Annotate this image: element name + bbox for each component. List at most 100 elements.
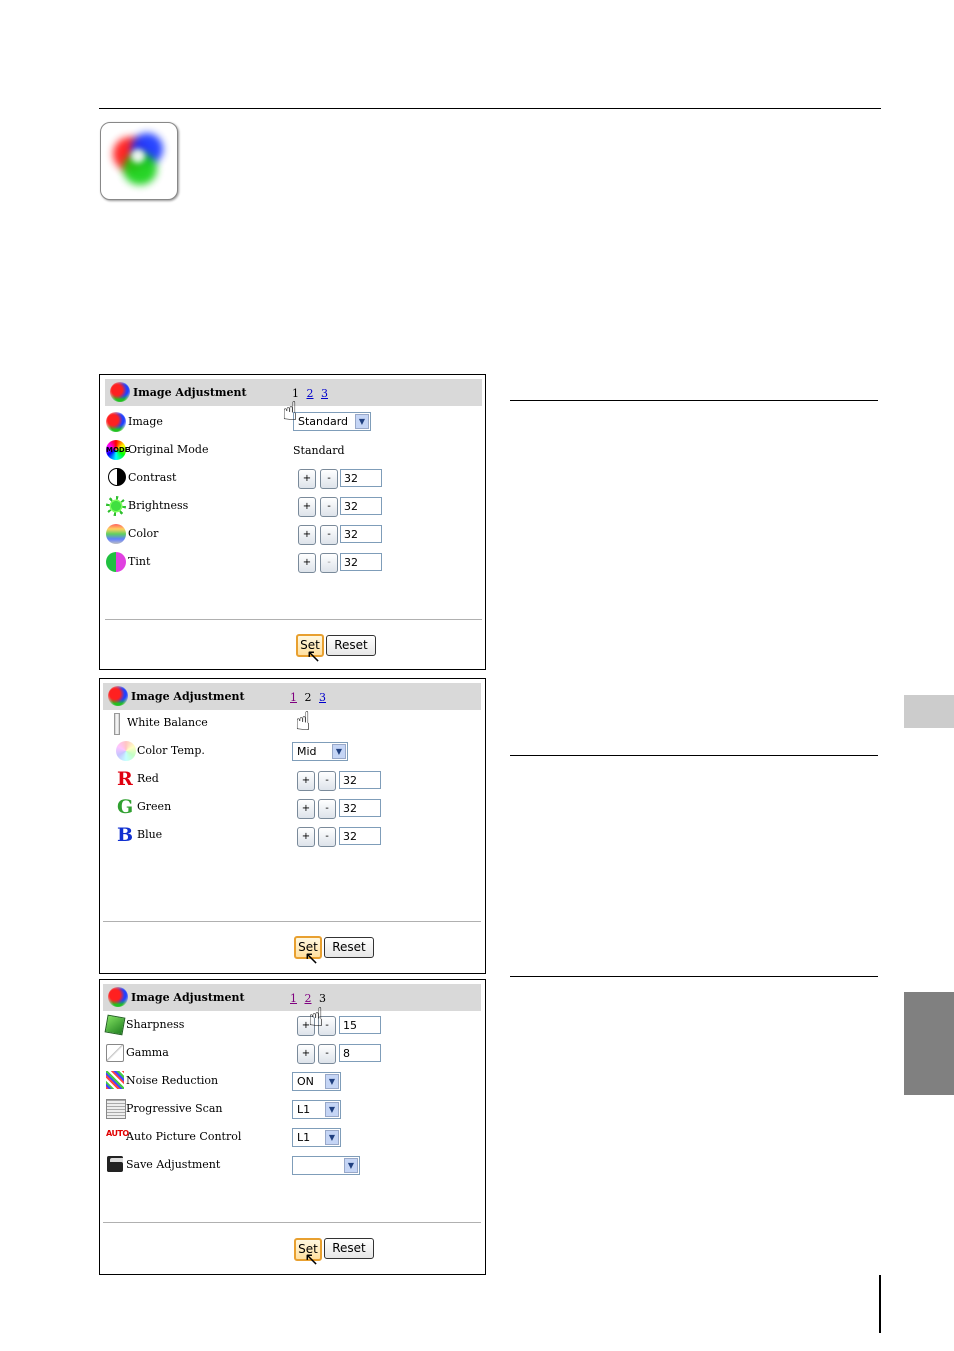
chevron-down-icon: ▼: [344, 1158, 358, 1173]
progressive-scan-icon: [106, 1099, 126, 1119]
hand-cursor-icon: ☝: [295, 707, 311, 737]
red-label: Red: [137, 772, 159, 785]
reset-button[interactable]: Reset: [324, 1238, 374, 1259]
green-value-field[interactable]: 32: [339, 799, 381, 817]
red-icon: R: [117, 768, 133, 790]
tint-minus-button[interactable]: -: [320, 553, 338, 573]
reset-button[interactable]: Reset: [326, 635, 376, 656]
tint-value-field[interactable]: 32: [340, 553, 382, 571]
blue-plus-button[interactable]: +: [297, 827, 315, 847]
page-1-link[interactable]: 1: [290, 992, 297, 1005]
contrast-label: Contrast: [128, 471, 177, 484]
mode-icon: MODE: [106, 440, 130, 460]
gamma-plus-button[interactable]: +: [297, 1044, 315, 1064]
page-3-link[interactable]: 3: [321, 387, 328, 400]
blue-label: Blue: [137, 828, 163, 841]
section-rule-2: [510, 755, 878, 756]
page-3-link[interactable]: 3: [319, 691, 326, 704]
red-minus-button[interactable]: -: [318, 771, 336, 791]
panel-divider: [103, 1222, 481, 1223]
section-rule-1: [510, 400, 878, 401]
brightness-minus-button[interactable]: -: [320, 497, 338, 517]
original-mode-label: Original Mode: [128, 443, 209, 456]
arrow-cursor-icon: ↖: [304, 1249, 320, 1270]
gamma-icon: [106, 1044, 124, 1062]
save-adjustment-select[interactable]: ▼: [292, 1156, 360, 1175]
color-temp-select[interactable]: Mid ▼: [292, 742, 348, 761]
auto-picture-control-select[interactable]: L1 ▼: [292, 1128, 341, 1147]
contrast-plus-button[interactable]: +: [298, 469, 316, 489]
green-label: Green: [137, 800, 172, 813]
image-select[interactable]: Standard ▼: [293, 412, 371, 431]
sharpness-label: Sharpness: [126, 1018, 185, 1031]
panel-header: Image Adjustment 1 2 3: [103, 683, 481, 710]
image-adjustment-icon: [108, 686, 128, 706]
auto-picture-control-label: Auto Picture Control: [126, 1130, 242, 1143]
brightness-icon: [106, 496, 126, 516]
gamma-minus-button[interactable]: -: [318, 1044, 336, 1064]
contrast-minus-button[interactable]: -: [320, 469, 338, 489]
panel-header: Image Adjustment 1 2 3: [103, 984, 481, 1011]
color-plus-button[interactable]: +: [298, 525, 316, 545]
page-2-link[interactable]: 2: [307, 387, 314, 400]
blue-value-field[interactable]: 32: [339, 827, 381, 845]
white-balance-icon: [114, 713, 120, 735]
noise-reduction-select[interactable]: ON ▼: [292, 1072, 341, 1091]
image-adjustment-icon: [110, 382, 130, 402]
gamma-value-field[interactable]: 8: [339, 1044, 381, 1062]
arrow-cursor-icon: ↖: [304, 948, 320, 969]
page-1-link[interactable]: 1: [290, 691, 297, 704]
tint-plus-button[interactable]: +: [298, 553, 316, 573]
brightness-value-field[interactable]: 32: [340, 497, 382, 515]
hand-cursor-icon: ☝: [308, 1003, 324, 1033]
image-adjustment-large-icon: [100, 122, 178, 200]
auto-picture-icon: AUTO: [106, 1129, 129, 1138]
hand-cursor-icon: ☝: [282, 397, 298, 427]
page-edge-rule: [879, 1275, 881, 1333]
side-tab-light: [904, 695, 954, 728]
panel-title: Image Adjustment: [133, 386, 247, 399]
page-links: 1 2 3: [292, 387, 332, 400]
image-adjustment-panel-1: Image Adjustment 1 2 3 Image Standard ▼ …: [99, 374, 486, 670]
noise-reduction-label: Noise Reduction: [126, 1074, 219, 1087]
save-adjustment-label: Save Adjustment: [126, 1158, 221, 1171]
green-minus-button[interactable]: -: [318, 799, 336, 819]
image-mode-icon: [106, 412, 126, 432]
progressive-scan-select[interactable]: L1 ▼: [292, 1100, 341, 1119]
image-label: Image: [128, 415, 163, 428]
contrast-icon: [108, 468, 126, 486]
contrast-value-field[interactable]: 32: [340, 469, 382, 487]
image-adjustment-icon: [108, 987, 128, 1007]
color-label: Color: [128, 527, 159, 540]
chevron-down-icon: ▼: [325, 1130, 339, 1145]
top-rule: [99, 108, 881, 109]
image-adjustment-panel-2: Image Adjustment 1 2 3 White Balance Col…: [99, 678, 486, 974]
blue-icon: B: [117, 824, 134, 846]
sharpness-icon: [104, 1014, 126, 1036]
brightness-plus-button[interactable]: +: [298, 497, 316, 517]
gamma-label: Gamma: [126, 1046, 169, 1059]
color-value-field[interactable]: 32: [340, 525, 382, 543]
image-adjustment-panel-3: Image Adjustment 1 2 3 Sharpness + - 15 …: [99, 979, 486, 1275]
sharpness-value-field[interactable]: 15: [339, 1016, 381, 1034]
tint-label: Tint: [128, 555, 151, 568]
chevron-down-icon: ▼: [325, 1074, 339, 1089]
color-icon: [106, 524, 126, 544]
chevron-down-icon: ▼: [332, 744, 346, 759]
chevron-down-icon: ▼: [325, 1102, 339, 1117]
page-links: 1 2 3: [290, 691, 330, 704]
original-mode-value: Standard: [293, 444, 345, 457]
color-minus-button[interactable]: -: [320, 525, 338, 545]
color-temp-label: Color Temp.: [137, 744, 205, 757]
save-icon: [107, 1156, 123, 1172]
color-temp-icon: [116, 741, 136, 761]
tint-icon: [106, 552, 126, 572]
white-balance-label: White Balance: [127, 716, 208, 729]
reset-button[interactable]: Reset: [324, 937, 374, 958]
green-plus-button[interactable]: +: [297, 799, 315, 819]
blue-minus-button[interactable]: -: [318, 827, 336, 847]
green-icon: G: [117, 796, 134, 818]
red-value-field[interactable]: 32: [339, 771, 381, 789]
chevron-down-icon: ▼: [355, 414, 369, 429]
red-plus-button[interactable]: +: [297, 771, 315, 791]
